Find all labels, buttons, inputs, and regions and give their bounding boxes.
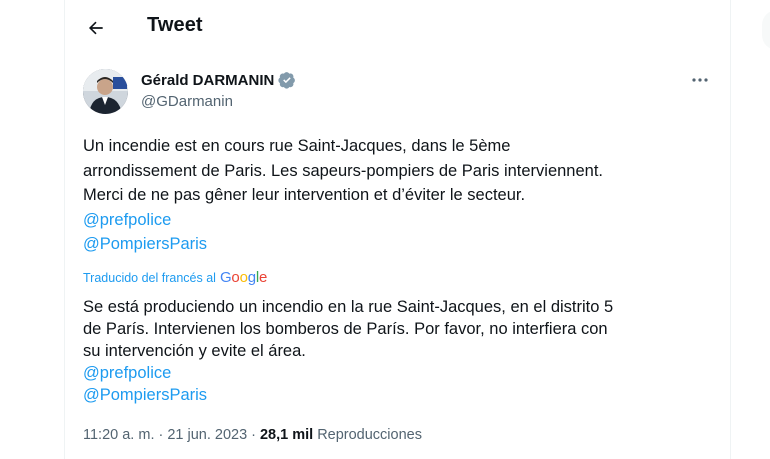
- back-arrow-icon: [88, 21, 103, 35]
- google-logo-letter: o: [231, 269, 240, 286]
- mention-link[interactable]: @prefpolice: [83, 362, 723, 384]
- meta-separator: ·: [251, 427, 256, 443]
- translated-text: Se está produciendo un incendio en la ru…: [83, 296, 723, 406]
- author-handle[interactable]: @GDarmanin: [141, 93, 233, 110]
- views-label: Reproducciones: [317, 427, 422, 443]
- tweet-time[interactable]: 11:20 a. m.: [83, 427, 154, 443]
- google-logo: Google: [220, 269, 267, 286]
- author-name-text: Gérald DARMANIN: [141, 71, 275, 89]
- translated-text-line: Se está produciendo un incendio en la ru…: [83, 298, 614, 316]
- tweet-date[interactable]: 21 jun. 2023: [167, 427, 247, 443]
- google-logo-letter: o: [239, 269, 248, 286]
- search-pill[interactable]: [762, 10, 770, 50]
- translation-label: Traducido del francés al: [83, 270, 216, 285]
- tweet-text-line: Un incendie est en cours rue Saint-Jacqu…: [83, 137, 511, 155]
- mention-link[interactable]: @prefpolice: [83, 208, 723, 233]
- avatar[interactable]: [83, 69, 128, 114]
- column-divider-right: [730, 0, 731, 459]
- avatar-image: [83, 69, 128, 114]
- tweet-text: Un incendie est en cours rue Saint-Jacqu…: [83, 134, 723, 257]
- tweet-text-line: arrondissement de Paris. Les sapeurs-pom…: [83, 161, 604, 180]
- google-logo-letter: G: [219, 269, 232, 286]
- meta-separator: ·: [158, 427, 164, 443]
- google-logo-letter: g: [247, 269, 256, 286]
- left-gutter: [0, 0, 64, 459]
- views-count[interactable]: 28,1 mil: [260, 427, 313, 443]
- google-logo-letter: e: [259, 269, 268, 286]
- mention-link[interactable]: @PompiersParis: [83, 232, 723, 257]
- translated-text-line: su intervención y evite el área.: [83, 342, 306, 360]
- tweet-header: Tweet: [65, 0, 730, 54]
- more-dots-icon: [692, 78, 708, 82]
- translation-attribution[interactable]: Traducido del francés al Google: [83, 269, 267, 286]
- back-button[interactable]: [81, 13, 111, 43]
- page-title: Tweet: [147, 14, 203, 36]
- more-options-button[interactable]: [686, 70, 714, 90]
- author-name[interactable]: Gérald DARMANIN: [141, 71, 296, 89]
- verified-badge-icon: [278, 72, 296, 89]
- column-divider-left: [64, 0, 65, 459]
- tweet-meta: 11:20 a. m. · 21 jun. 2023 · 28,1 mil Re…: [83, 427, 422, 443]
- mention-link[interactable]: @PompiersParis: [83, 384, 723, 406]
- tweet-text-line: Merci de ne pas gêner leur intervention …: [83, 186, 526, 204]
- translated-text-line: de París. Intervienen los bomberos de Pa…: [83, 320, 608, 338]
- right-sidebar-stub: [760, 0, 770, 459]
